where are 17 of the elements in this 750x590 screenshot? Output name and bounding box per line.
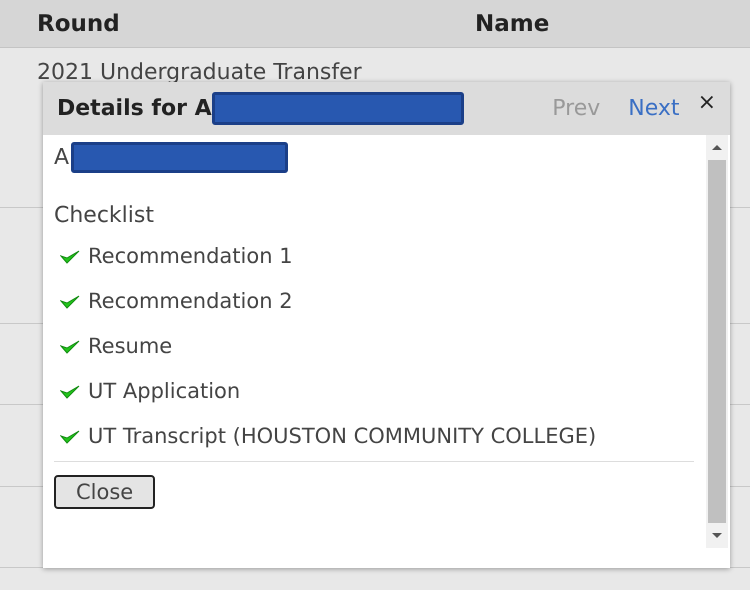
next-link[interactable]: Next (628, 96, 680, 121)
dialog-title: Details for A (57, 96, 212, 121)
scroll-thumb[interactable] (708, 160, 726, 523)
close-button[interactable]: Close (54, 475, 156, 509)
checklist-item: Resume (88, 333, 174, 360)
scroll-down-icon[interactable] (712, 533, 722, 538)
scroll-up-icon[interactable] (712, 145, 722, 150)
checklist-item: UT Application (88, 378, 242, 405)
column-header[interactable]: Name (475, 10, 550, 36)
column-header[interactable]: Round (37, 10, 475, 36)
checklist-item: Recommendation 1 (88, 243, 294, 270)
checklist-heading: Checklist (54, 203, 155, 228)
applicant-name: A (54, 144, 70, 170)
checklist-item: UT Transcript (HOUSTON COMMUNITY COLLEGE) (88, 423, 598, 450)
scrollbar[interactable] (706, 135, 728, 548)
table-cell: 2021 Undergraduate Transfer (37, 60, 362, 85)
checklist-item: Recommendation 2 (88, 288, 294, 315)
